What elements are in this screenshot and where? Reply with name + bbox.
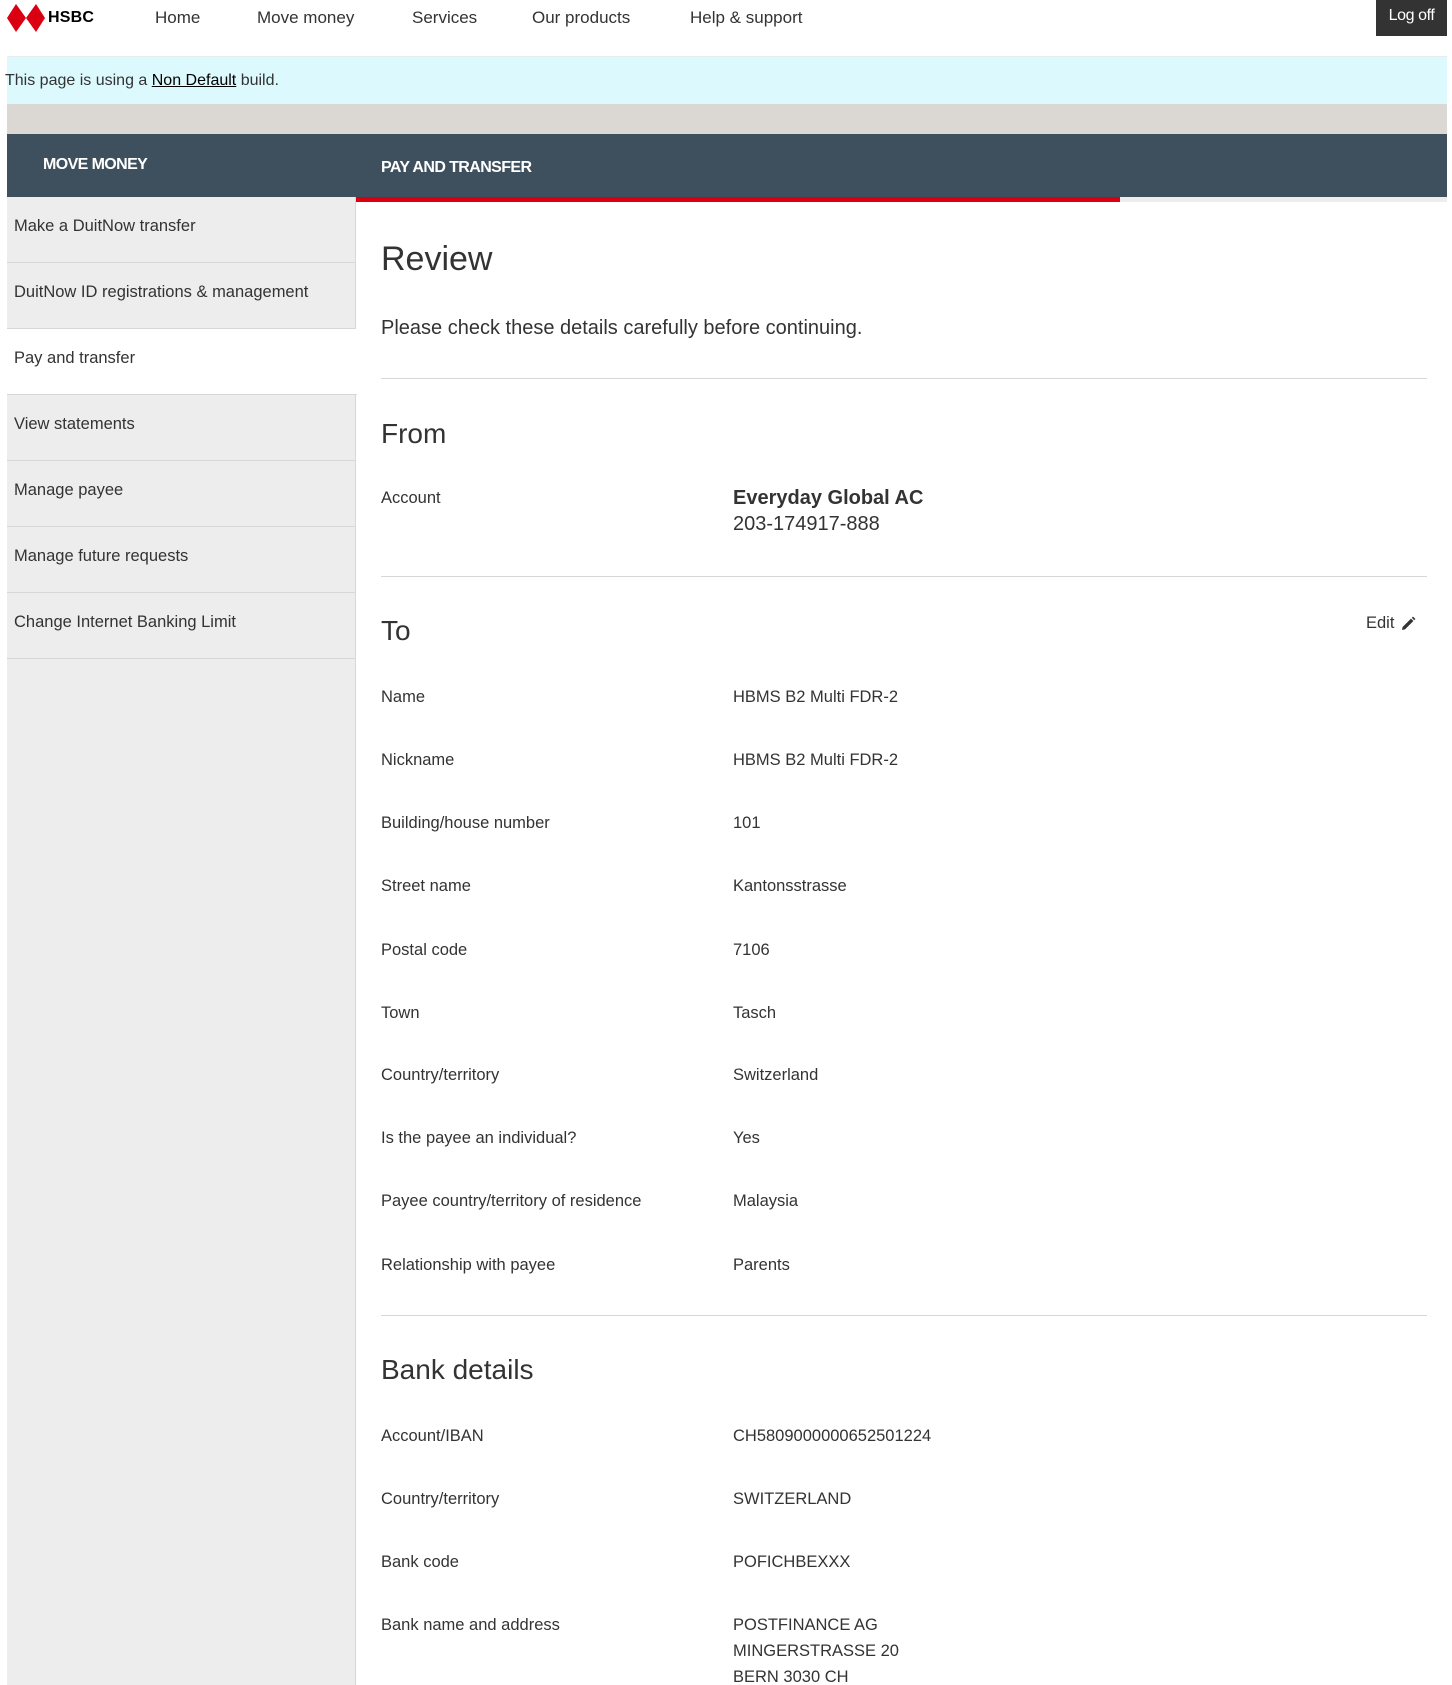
- nav-services[interactable]: Services: [412, 8, 477, 28]
- bank-address-line: MINGERSTRASSE 20: [733, 1642, 899, 1660]
- to-residence-value: Malaysia: [733, 1192, 799, 1210]
- sidebar-item-label: Manage payee: [14, 481, 124, 499]
- bank-address-label: Bank name and address: [381, 1616, 560, 1634]
- to-relationship-label: Relationship with payee: [381, 1256, 556, 1274]
- divider: [381, 576, 1427, 577]
- progress-fill: [356, 197, 1120, 202]
- edit-label: Edit: [1366, 614, 1395, 632]
- nav-home[interactable]: Home: [155, 8, 200, 28]
- account-name: Everyday Global AC: [733, 487, 924, 509]
- nav-move-money[interactable]: Move money: [257, 8, 354, 28]
- move-money-heading: MOVE MONEY: [43, 156, 148, 173]
- pay-and-transfer-heading: PAY AND TRANSFER: [381, 159, 532, 176]
- sidebar-item-manage-payee[interactable]: Manage payee: [7, 461, 356, 527]
- to-postal-label: Postal code: [381, 941, 468, 959]
- logoff-button[interactable]: Log off: [1376, 0, 1447, 36]
- bank-details-heading: Bank details: [381, 1354, 534, 1385]
- to-relationship-value: Parents: [733, 1256, 790, 1274]
- to-name-label: Name: [381, 688, 426, 706]
- divider: [381, 378, 1427, 379]
- to-residence-label: Payee country/territory of residence: [381, 1192, 642, 1210]
- sidebar-item-pay-and-transfer[interactable]: Pay and transfer: [7, 329, 357, 395]
- sidebar-item-label: Change Internet Banking Limit: [14, 613, 236, 631]
- hsbc-hexagon-icon: [7, 4, 45, 32]
- brand-name: HSBC: [48, 9, 95, 26]
- edit-payee-button[interactable]: Edit: [1366, 614, 1416, 633]
- bank-country-value: SWITZERLAND: [733, 1490, 852, 1508]
- page-subtitle: Please check these details carefully bef…: [381, 317, 863, 339]
- build-banner: This page is using a Non Default build.: [5, 56, 1447, 104]
- bank-iban-value: CH5809000000652501224: [733, 1427, 932, 1445]
- to-individual-value: Yes: [733, 1129, 760, 1147]
- to-country-value: Switzerland: [733, 1066, 819, 1084]
- account-number: 203-174917-888: [733, 513, 880, 535]
- sidebar-item-label: Manage future requests: [14, 547, 189, 565]
- sidebar-item-label: Make a DuitNow transfer: [14, 217, 196, 235]
- spacer-bar: [7, 104, 1447, 134]
- sidebar-item-label: DuitNow ID registrations & management: [14, 283, 309, 301]
- top-navigation: HSBC Home Move money Services Our produc…: [0, 0, 1452, 56]
- to-building-value: 101: [733, 814, 761, 832]
- build-banner-text: This page is using a Non Default build.: [5, 72, 279, 90]
- nav-our-products[interactable]: Our products: [532, 8, 630, 28]
- from-account-label: Account: [381, 489, 441, 507]
- sidebar-item-label: Pay and transfer: [14, 349, 136, 367]
- bank-address-value: POSTFINANCE AG MINGERSTRASSE 20 BERN 303…: [733, 1612, 899, 1685]
- from-heading: From: [381, 418, 447, 449]
- sidebar-item-manage-future-requests[interactable]: Manage future requests: [7, 527, 356, 593]
- to-nickname-value: HBMS B2 Multi FDR-2: [733, 751, 899, 769]
- divider: [381, 1315, 1427, 1316]
- bank-code-value: POFICHBEXXX: [733, 1553, 851, 1571]
- to-street-value: Kantonsstrasse: [733, 877, 847, 895]
- nav-help-support[interactable]: Help & support: [690, 8, 802, 28]
- from-account-value: Everyday Global AC 203-174917-888: [733, 485, 923, 537]
- banner-suffix: build.: [236, 72, 279, 89]
- to-postal-value: 7106: [733, 941, 770, 959]
- to-individual-label: Is the payee an individual?: [381, 1129, 577, 1147]
- bank-address-line: BERN 3030 CH: [733, 1668, 849, 1685]
- sidebar-item-duitnow-id[interactable]: DuitNow ID registrations & management: [7, 263, 356, 329]
- to-nickname-label: Nickname: [381, 751, 455, 769]
- bank-country-label: Country/territory: [381, 1490, 500, 1508]
- to-name-value: HBMS B2 Multi FDR-2: [733, 688, 899, 706]
- bank-address-line: POSTFINANCE AG: [733, 1616, 878, 1634]
- bank-iban-label: Account/IBAN: [381, 1427, 484, 1445]
- to-town-label: Town: [381, 1004, 420, 1022]
- pencil-icon: [1402, 616, 1416, 630]
- section-header: MOVE MONEY PAY AND TRANSFER: [7, 134, 1447, 197]
- sidebar: Make a DuitNow transfer DuitNow ID regis…: [7, 197, 357, 1685]
- sidebar-item-label: View statements: [14, 415, 135, 433]
- progress-bar: [356, 197, 1447, 202]
- to-heading: To: [381, 615, 411, 646]
- sidebar-item-change-limit[interactable]: Change Internet Banking Limit: [7, 593, 356, 659]
- non-default-link[interactable]: Non Default: [152, 72, 237, 89]
- to-town-value: Tasch: [733, 1004, 777, 1022]
- to-building-label: Building/house number: [381, 814, 550, 832]
- banner-prefix: This page is using a: [5, 72, 152, 89]
- sidebar-item-duitnow-transfer[interactable]: Make a DuitNow transfer: [7, 197, 356, 263]
- sidebar-item-view-statements[interactable]: View statements: [7, 395, 356, 461]
- page-title: Review: [381, 240, 493, 278]
- to-street-label: Street name: [381, 877, 471, 895]
- to-country-label: Country/territory: [381, 1066, 500, 1084]
- bank-code-label: Bank code: [381, 1553, 459, 1571]
- hsbc-logo[interactable]: HSBC: [7, 4, 94, 32]
